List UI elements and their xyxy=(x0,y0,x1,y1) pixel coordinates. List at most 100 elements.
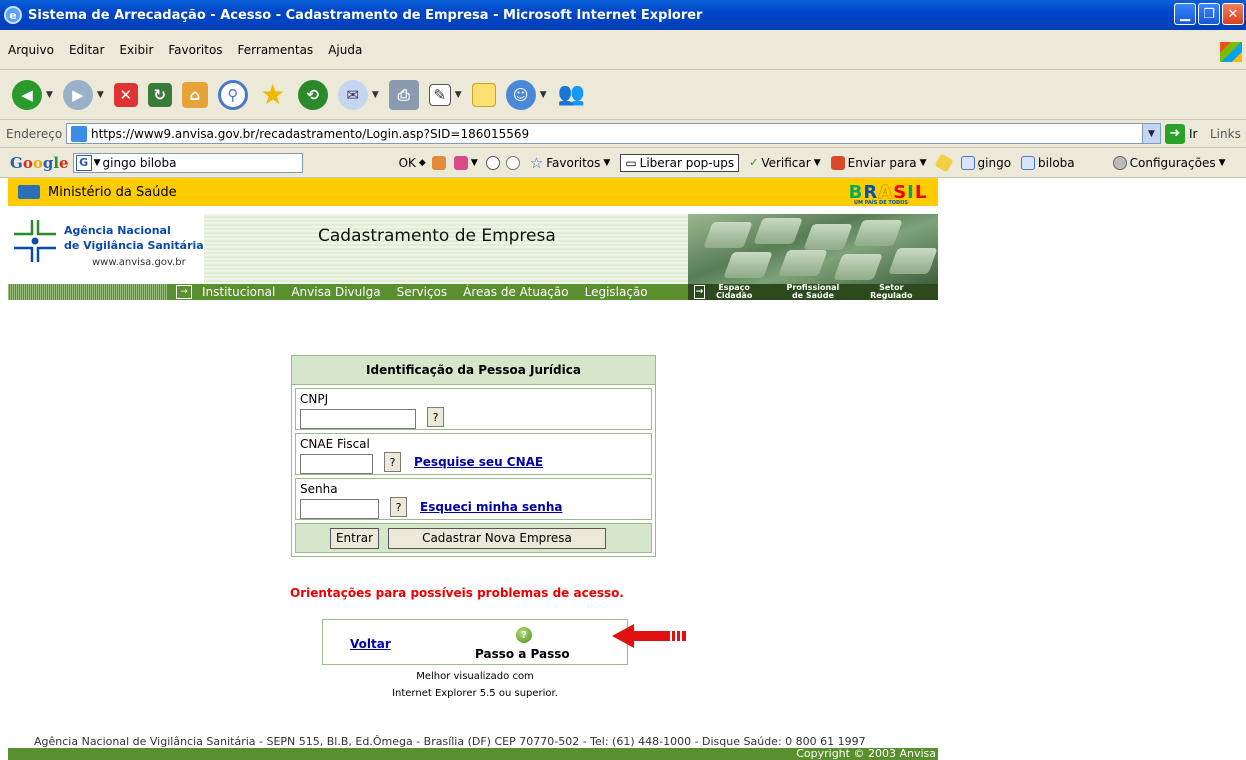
forgot-password-link[interactable]: Esqueci minha senha xyxy=(420,500,562,514)
window-title: Sistema de Arrecadação - Acesso - Cadast… xyxy=(28,7,703,23)
windows-logo-icon xyxy=(1220,42,1242,62)
google-toolbar: Google G ▼ gingo biloba OK ◆ ▼ ☆ Favoritos… xyxy=(0,148,1246,178)
stop-icon[interactable]: ✕ xyxy=(113,82,138,107)
print-icon[interactable]: ⎙ xyxy=(388,79,419,110)
forward-dropdown-icon[interactable]: ▼ xyxy=(97,90,104,100)
menu-ferramentas[interactable]: Ferramentas xyxy=(238,43,314,57)
back-dropdown-icon[interactable]: ▼ xyxy=(46,90,53,100)
cnae-input[interactable] xyxy=(300,454,373,474)
settings-button[interactable]: Configurações ▼ xyxy=(1112,155,1226,170)
forward-icon[interactable]: ▶ xyxy=(62,79,93,110)
mail-dropdown-icon[interactable]: ▼ xyxy=(372,90,379,100)
help-question-icon[interactable]: ? xyxy=(516,627,532,643)
brasil-sub: UM PAÍS DE TODOS xyxy=(854,200,909,206)
history-icon[interactable]: ⟲ xyxy=(297,79,328,110)
page-title: Cadastramento de Empresa xyxy=(318,226,556,246)
anvisa-cross-icon xyxy=(14,220,56,262)
cnae-help-button[interactable]: ? xyxy=(384,452,401,472)
minimize-button[interactable]: ▁ xyxy=(1174,3,1196,25)
nav-servicos[interactable]: Serviços xyxy=(397,285,448,299)
menu-exibir[interactable]: Exibir xyxy=(119,43,153,57)
window-titlebar[interactable]: e Sistema de Arrecadação - Acesso - Cada… xyxy=(0,0,1246,30)
home-icon[interactable]: ⌂ xyxy=(181,81,208,108)
orkut-icon[interactable] xyxy=(505,155,520,170)
nav-hatch xyxy=(8,284,168,300)
anvisa-logo[interactable]: Agência Nacional de Vigilância Sanitária… xyxy=(8,214,204,284)
nav-legislacao[interactable]: Legislação xyxy=(585,285,648,299)
senha-input[interactable] xyxy=(300,499,379,519)
senha-help-button[interactable]: ? xyxy=(390,497,407,517)
popup-icon: ▭ xyxy=(625,155,637,170)
send-to-button[interactable]: Enviar para ▼ xyxy=(830,155,927,170)
google-logo[interactable]: Google xyxy=(10,154,69,172)
footer-address: Agência Nacional de Vigilância Sanitária… xyxy=(34,735,866,748)
go-button[interactable]: ➜ Ir xyxy=(1165,123,1197,144)
cnpj-help-button[interactable]: ? xyxy=(427,407,444,427)
google-search-site-icon[interactable] xyxy=(431,155,446,170)
google-favoritos-button[interactable]: ☆ Favoritos ▼ xyxy=(530,154,611,172)
nav-institucional[interactable]: Institucional xyxy=(202,285,275,299)
page-content: Ministério da Saúde BRASIL UM PAÍS DE TO… xyxy=(0,178,1246,760)
popup-blocker-button[interactable]: ▭ Liberar pop-ups xyxy=(620,153,740,172)
edit-dropdown-icon[interactable]: ▼ xyxy=(455,90,462,100)
google-pagerank-icon xyxy=(485,155,500,170)
discuss-icon[interactable] xyxy=(471,82,496,107)
login-form: Identificação da Pessoa Jurídica CNPJ ? … xyxy=(291,355,656,557)
refresh-icon[interactable]: ↻ xyxy=(147,82,172,107)
menu-editar[interactable]: Editar xyxy=(69,43,105,57)
favorites-star-icon[interactable]: ★ xyxy=(258,78,288,111)
google-ok-label: OK xyxy=(398,155,416,170)
nav-setor-regulado[interactable]: Setor Regulado xyxy=(869,284,914,300)
menu-ajuda[interactable]: Ajuda xyxy=(328,43,362,57)
nav-entry-icon: → xyxy=(176,285,192,299)
search-term-biloba[interactable]: biloba xyxy=(1021,155,1075,170)
highlighter-icon[interactable] xyxy=(933,152,954,173)
window-controls: ▁ ❐ ✕ xyxy=(1174,3,1244,25)
address-dropdown-icon[interactable]: ▼ xyxy=(1142,124,1160,143)
ie-icon: e xyxy=(4,6,22,24)
contacts-icon[interactable]: 👥 xyxy=(557,80,587,110)
cnae-search-link[interactable]: Pesquise seu CNAE xyxy=(414,455,543,469)
settings-label: Configurações xyxy=(1129,155,1216,170)
messenger-icon[interactable]: ☺ xyxy=(505,79,536,110)
page-icon xyxy=(71,125,87,142)
nav-profissional-saude[interactable]: Profissional de Saúde xyxy=(781,284,845,300)
nav-espaco-cidadao[interactable]: Espaço Cidadão xyxy=(711,284,757,300)
menu-favoritos[interactable]: Favoritos xyxy=(168,43,222,57)
agency-line2: de Vigilância Sanitária xyxy=(64,239,204,252)
nav-anvisa-divulga[interactable]: Anvisa Divulga xyxy=(291,285,380,299)
browser-toolbar: ◀ ▼ ▶ ▼ ✕ ↻ ⌂ ⚲ ★ ⟲ ✉ ▼ ⎙ ✎ ▼ ☺ ▼ 👥 xyxy=(0,70,1246,120)
search-term-gingo[interactable]: gingo xyxy=(960,155,1011,170)
cnae-row: CNAE Fiscal ? Pesquise seu CNAE xyxy=(295,433,652,475)
nav-audience-entry-icon: → xyxy=(694,285,706,299)
spellcheck-button[interactable]: ✓ Verificar ▼ xyxy=(749,156,821,170)
maximize-button[interactable]: ❐ xyxy=(1198,3,1220,25)
brasil-logo: BRASIL UM PAÍS DE TODOS xyxy=(848,182,928,206)
cnpj-label: CNPJ xyxy=(300,392,329,406)
cnpj-input[interactable] xyxy=(300,409,416,429)
entrar-button[interactable]: Entrar xyxy=(330,527,379,549)
google-search-input[interactable]: G ▼ gingo biloba xyxy=(72,152,303,173)
browser-note-line2: Internet Explorer 5.5 ou superior. xyxy=(392,688,558,699)
anvisa-header: Agência Nacional de Vigilância Sanitária… xyxy=(8,214,938,300)
search-icon[interactable]: ⚲ xyxy=(217,79,248,110)
links-button[interactable]: Links xyxy=(1210,127,1241,141)
back-icon[interactable]: ◀ xyxy=(12,79,42,110)
mail-icon[interactable]: ✉ xyxy=(337,79,368,110)
menu-arquivo[interactable]: Arquivo xyxy=(8,43,54,57)
scrollbar[interactable] xyxy=(1234,178,1246,760)
google-ok-button[interactable]: OK ◆ xyxy=(399,156,426,170)
agency-url: www.anvisa.gov.br xyxy=(92,257,186,268)
browser-note-line1: Melhor visualizado com xyxy=(416,671,534,682)
red-arrow-icon xyxy=(612,624,686,648)
passo-a-passo-link[interactable]: Passo a Passo xyxy=(475,647,570,661)
voltar-link[interactable]: Voltar xyxy=(350,637,391,651)
address-input[interactable]: https://www9.anvisa.gov.br/recadastramen… xyxy=(66,123,1161,144)
messenger-dropdown-icon[interactable]: ▼ xyxy=(540,90,547,100)
edit-icon[interactable]: ✎ xyxy=(428,83,451,106)
access-problems-link[interactable]: Orientações para possíveis problemas de … xyxy=(290,586,624,600)
cadastrar-button[interactable]: Cadastrar Nova Empresa xyxy=(388,527,606,549)
close-button[interactable]: ✕ xyxy=(1222,3,1244,25)
nav-areas-atuacao[interactable]: Áreas de Atuação xyxy=(463,285,568,299)
google-news-icon[interactable] xyxy=(453,155,468,170)
